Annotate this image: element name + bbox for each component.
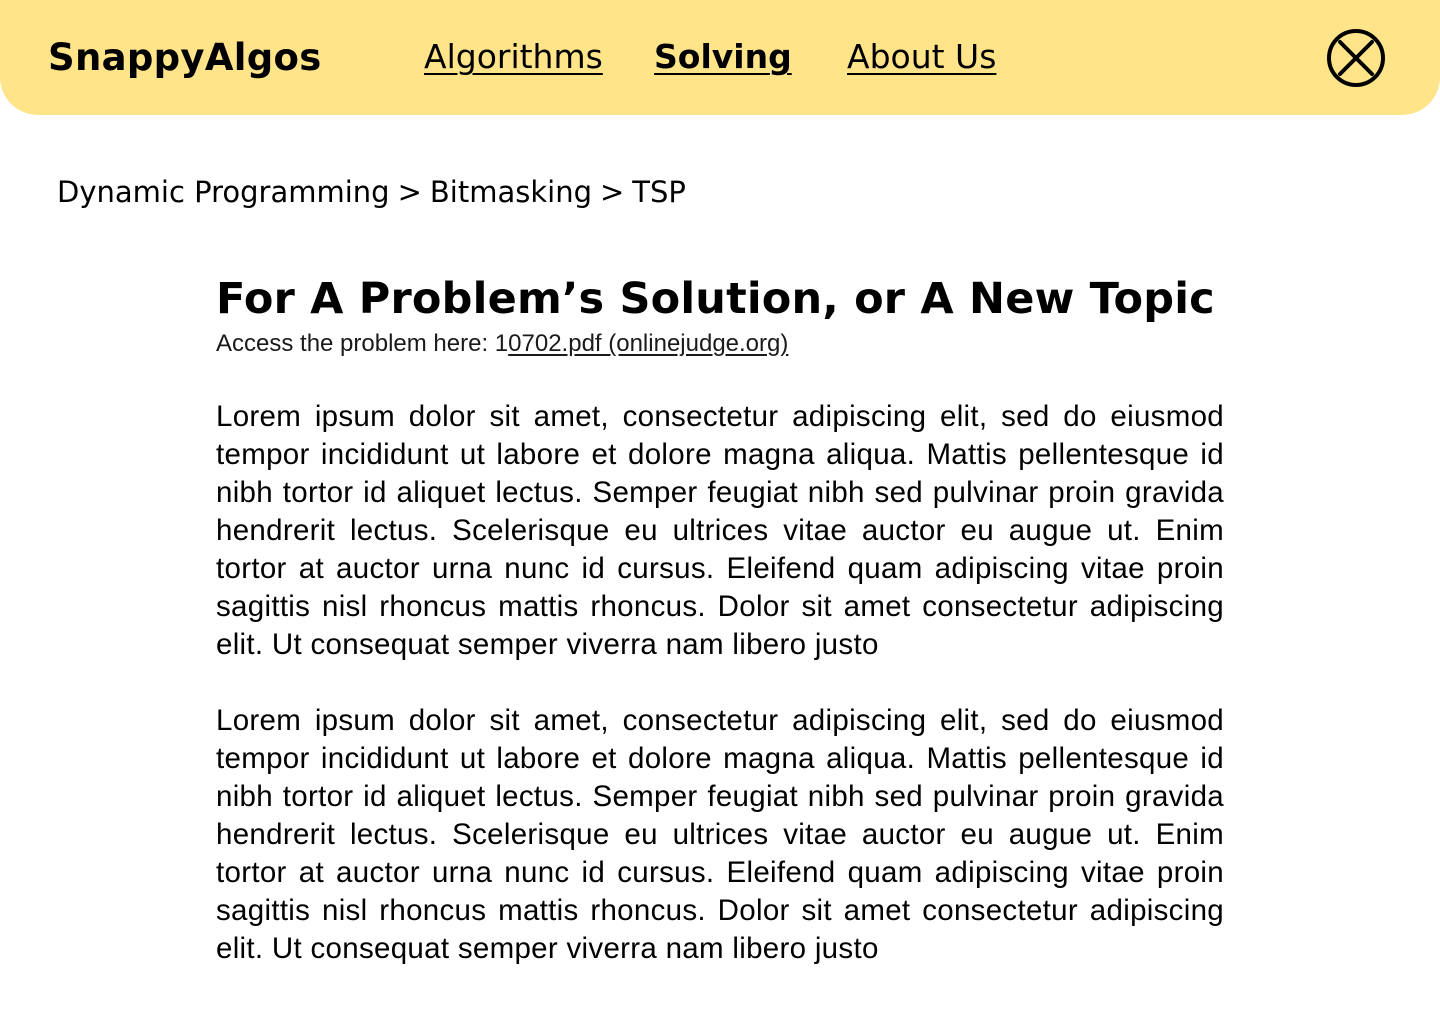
nav-link-algorithms[interactable]: Algorithms [424,35,603,79]
breadcrumb-separator: > [397,175,422,209]
close-button[interactable] [1326,28,1386,88]
body-paragraph: Lorem ipsum dolor sit amet, consectetur … [216,400,1224,661]
problem-access-line: Access the problem here: 10702.pdf (onli… [216,328,1224,360]
breadcrumb-item-tsp[interactable]: TSP [632,175,686,209]
nav-link-solving[interactable]: Solving [654,35,792,79]
main-content: For A Problem’s Solution, or A New Topic… [216,272,1224,968]
breadcrumb-separator: > [599,175,625,209]
top-nav-bar: SnappyAlgos Algorithms Solving About Us [0,0,1440,115]
breadcrumb-item-bitmasking[interactable]: Bitmasking [430,175,592,209]
page: SnappyAlgos Algorithms Solving About Us … [0,0,1440,1024]
nav-link-about-us[interactable]: About Us [847,35,996,79]
body-paragraph: Lorem ipsum dolor sit amet, consectetur … [216,704,1224,965]
problem-pdf-link[interactable]: 0702.pdf (onlinejudge.org) [508,330,788,357]
access-prefix: Access the problem here: 1 [216,330,509,357]
circle-x-icon [1327,29,1385,87]
breadcrumb-item-dynamic-programming[interactable]: Dynamic Programming [57,175,390,209]
brand-logo[interactable]: SnappyAlgos [48,34,322,82]
page-title: For A Problem’s Solution, or A New Topic [216,274,1215,324]
breadcrumb: Dynamic Programming > Bitmasking > TSP [57,172,686,212]
